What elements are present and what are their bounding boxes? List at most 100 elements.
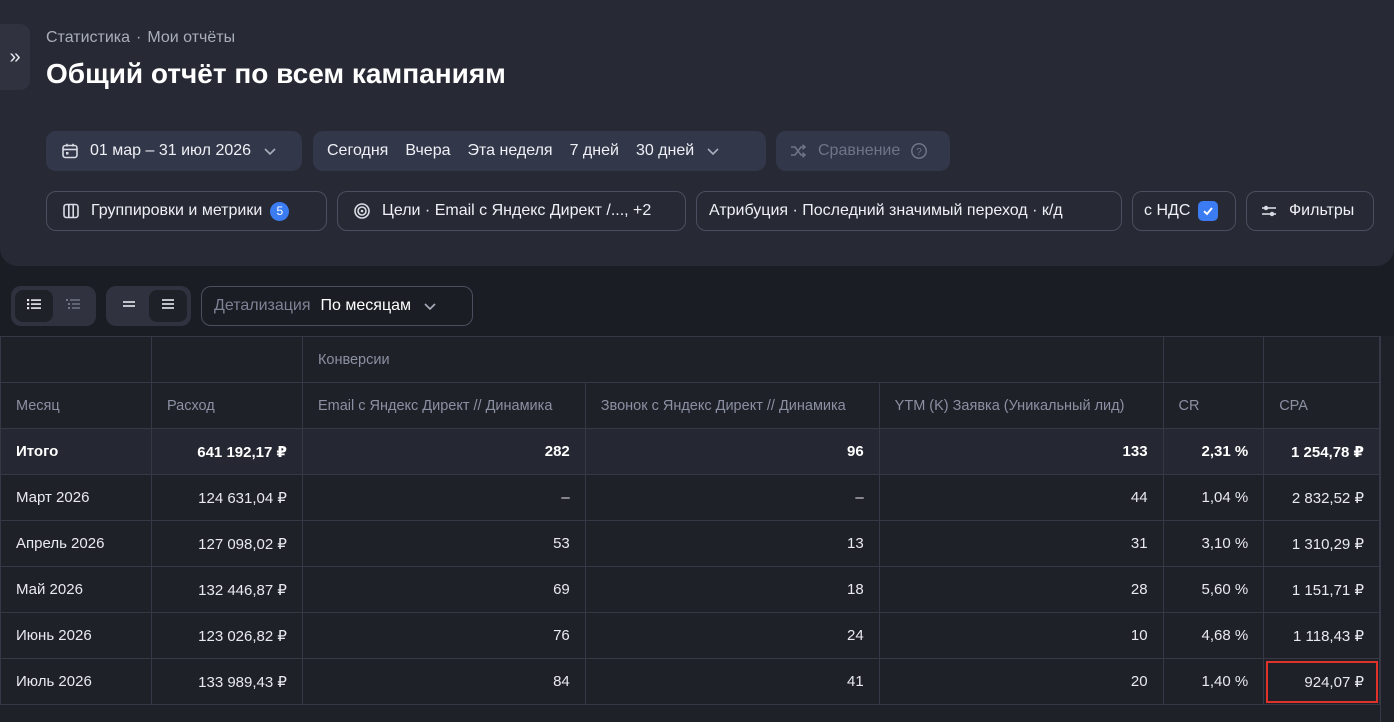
table-cell: 124 631,04 ₽ [150, 474, 303, 521]
period-yesterday[interactable]: Вчера [405, 142, 450, 160]
period-30-days[interactable]: 30 дней [636, 142, 694, 160]
group-header-empty [1162, 336, 1265, 383]
page-title: Общий отчёт по всем кампаниям [46, 58, 506, 89]
detail-value: По месяцам [320, 297, 411, 314]
hamburger-icon [161, 297, 175, 315]
table-cell: 18 [584, 566, 880, 613]
group-header-empty [0, 336, 152, 383]
table-cell: 20 [878, 658, 1164, 705]
goals-button[interactable]: Цели · Email с Яндекс Директ /..., +2 [337, 191, 686, 231]
period-today[interactable]: Сегодня [327, 142, 388, 160]
column-header-call-goal[interactable]: Звонок с Яндекс Директ // Динамика [584, 382, 880, 429]
svg-text:?: ? [916, 147, 922, 158]
column-header-email-goal[interactable]: Email с Яндекс Директ // Динамика [301, 382, 586, 429]
column-header-lead-goal[interactable]: YTM (K) Заявка (Уникальный лид) [878, 382, 1164, 429]
report-table: Конверсии Месяц Расход Email с Яндекс Ди… [0, 336, 1380, 705]
table-cell: 84 [301, 658, 586, 705]
chevron-down-icon [423, 299, 437, 313]
group-header-empty [150, 336, 303, 383]
detail-level-select[interactable]: Детализация По месяцам [201, 286, 473, 326]
report-header-panel: » Статистика · Мои отчёты Общий отчёт по… [0, 0, 1394, 266]
table-scroll-edge [1380, 336, 1394, 722]
table-cell: 53 [301, 520, 586, 567]
vat-toggle[interactable]: с НДС [1132, 191, 1236, 231]
sidebar-expand-button[interactable]: » [0, 24, 30, 90]
table-cell: 133 [878, 428, 1164, 475]
table-cell: 1 151,71 ₽ [1263, 566, 1380, 613]
table-cell: 127 098,02 ₽ [150, 520, 303, 567]
table-cell: Итого [0, 428, 152, 475]
groupings-metrics-button[interactable]: Группировки и метрики 5 [46, 191, 327, 231]
filters-label: Фильтры [1289, 202, 1355, 219]
breadcrumb: Статистика · Мои отчёты [46, 29, 235, 47]
table-cell: 133 989,43 ₽ [150, 658, 303, 705]
table-group-header-row: Конверсии [0, 336, 1380, 383]
table-cell: 1,40 % [1162, 658, 1265, 705]
table-cell: 1 254,78 ₽ [1263, 428, 1380, 475]
table-cell: 1,04 % [1162, 474, 1265, 521]
table-cell: 123 026,82 ₽ [150, 612, 303, 659]
table-cell: 28 [878, 566, 1164, 613]
table-cell: Июнь 2026 [0, 612, 152, 659]
compact-density-button[interactable] [110, 290, 148, 322]
quick-period-selector[interactable]: Сегодня Вчера Эта неделя 7 дней 30 дней [313, 131, 766, 171]
equals-icon [122, 297, 136, 315]
normal-density-button[interactable] [149, 290, 187, 322]
attribution-button[interactable]: Атрибуция · Последний значимый переход ·… [696, 191, 1122, 231]
detail-label: Детализация [214, 297, 311, 314]
report-table-area: Конверсии Месяц Расход Email с Яндекс Ди… [0, 336, 1394, 722]
group-header-empty [1263, 336, 1380, 383]
period-this-week[interactable]: Эта неделя [468, 142, 553, 160]
table-cell: 10 [878, 612, 1164, 659]
list-view-button[interactable] [15, 290, 53, 322]
table-cell: 3,10 % [1162, 520, 1265, 567]
target-icon [352, 201, 372, 221]
group-header-conversions: Конверсии [301, 336, 1164, 383]
table-row: Июнь 2026 123 026,82 ₽ 76 24 10 4,68 % 1… [0, 612, 1380, 659]
table-cell: 69 [301, 566, 586, 613]
breadcrumb-root-link[interactable]: Статистика [46, 29, 130, 47]
column-header-cpa[interactable]: CPA [1263, 382, 1380, 429]
table-row: Март 2026 124 631,04 ₽ – – 44 1,04 % 2 8… [0, 474, 1380, 521]
goals-label: Цели · Email с Яндекс Директ /..., +2 [382, 202, 652, 219]
table-cell: 1 310,29 ₽ [1263, 520, 1380, 567]
table-cell: 1 118,43 ₽ [1263, 612, 1380, 659]
table-cell: 41 [584, 658, 880, 705]
table-cell: 4,68 % [1162, 612, 1265, 659]
table-cell: 132 446,87 ₽ [150, 566, 303, 613]
double-chevron-right-icon: » [9, 45, 21, 68]
table-cell: 282 [301, 428, 586, 475]
list-icon [26, 297, 42, 316]
date-range-picker[interactable]: 01 мар – 31 июл 2026 [46, 131, 302, 171]
table-cell: – [584, 474, 880, 521]
row-density-toggle [106, 286, 191, 326]
calendar-icon [60, 141, 80, 161]
breadcrumb-current-link[interactable]: Мои отчёты [147, 29, 235, 47]
table-cell: 5,60 % [1162, 566, 1265, 613]
checkbox-checked-icon[interactable] [1198, 201, 1219, 221]
table-row: Июль 2026 133 989,43 ₽ 84 41 20 1,40 % 9… [0, 658, 1380, 705]
table-cell: 24 [584, 612, 880, 659]
table-cell: – [301, 474, 586, 521]
column-header-cr[interactable]: CR [1162, 382, 1265, 429]
table-cell: Апрель 2026 [0, 520, 152, 567]
column-header-spend[interactable]: Расход [150, 382, 303, 429]
table-cell: Март 2026 [0, 474, 152, 521]
table-total-row: Итого 641 192,17 ₽ 282 96 133 2,31 % 1 2… [0, 428, 1380, 475]
table-cell: 76 [301, 612, 586, 659]
breadcrumb-separator: · [136, 29, 142, 46]
chevron-down-icon [263, 144, 277, 158]
tree-view-button[interactable] [54, 290, 92, 322]
table-cell: 13 [584, 520, 880, 567]
compare-button[interactable]: Сравнение ? [776, 131, 950, 171]
period-7-days[interactable]: 7 дней [570, 142, 619, 160]
table-cell: Май 2026 [0, 566, 152, 613]
highlighted-cpa-cell: 924,07 ₽ [1263, 658, 1380, 705]
compare-label: Сравнение [818, 142, 901, 159]
sliders-icon [1259, 201, 1279, 221]
column-header-month[interactable]: Месяц [0, 382, 152, 429]
chevron-down-icon[interactable] [706, 144, 720, 158]
filters-button[interactable]: Фильтры [1246, 191, 1374, 231]
groupings-label: Группировки и метрики [91, 202, 263, 219]
help-circle-icon[interactable]: ? [909, 141, 929, 161]
